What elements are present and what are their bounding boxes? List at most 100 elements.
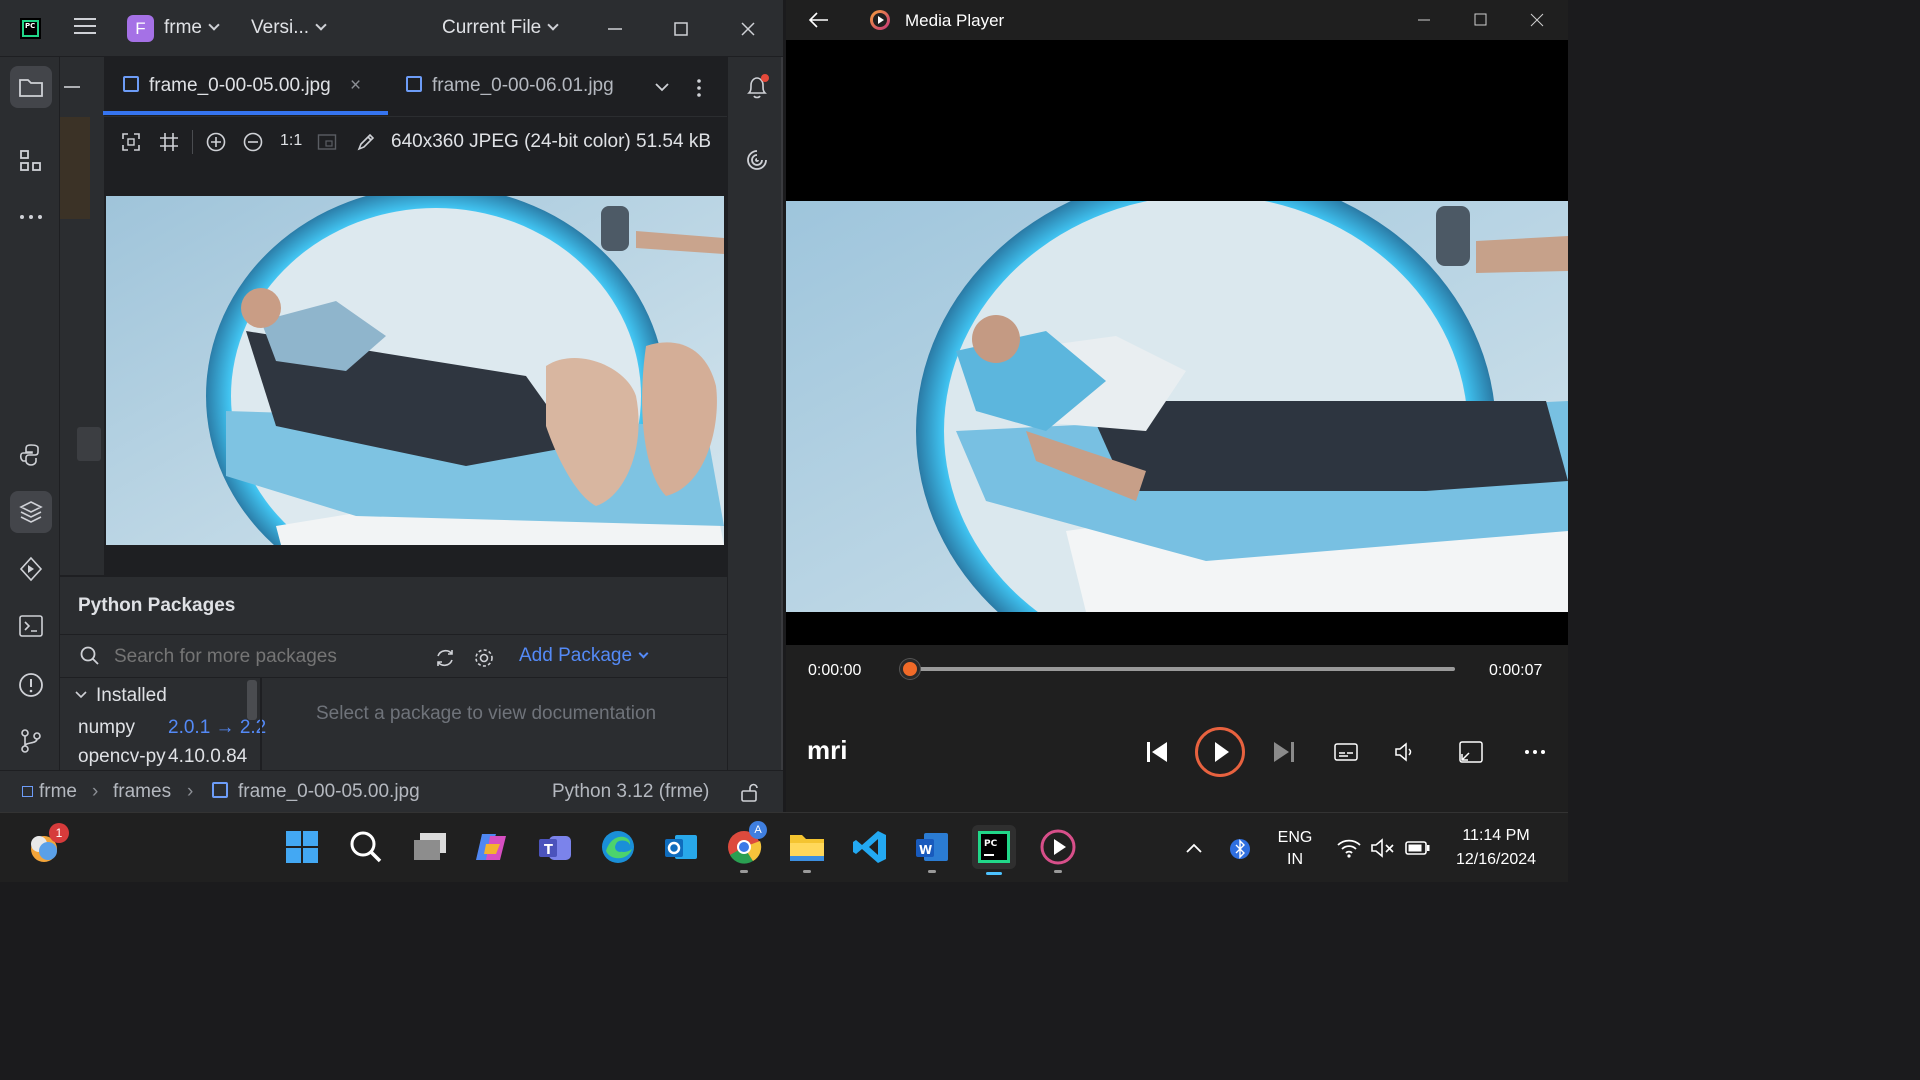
- maximize-button[interactable]: [666, 14, 696, 44]
- project-switcher[interactable]: frme: [164, 17, 220, 39]
- color-picker-icon[interactable]: [356, 132, 376, 152]
- next-track-icon[interactable]: [1272, 740, 1296, 764]
- package-row-opencv[interactable]: opencv-py 4.10.0.84: [78, 746, 247, 768]
- zoom-out-icon[interactable]: [243, 132, 263, 152]
- media-title: mri: [807, 735, 848, 765]
- tabs-dropdown-icon[interactable]: [654, 79, 670, 95]
- minimize-button[interactable]: [600, 14, 630, 44]
- file-explorer-icon[interactable]: [787, 827, 827, 873]
- outlook-icon[interactable]: [661, 827, 701, 867]
- gutter-marker: [60, 117, 90, 219]
- active-indicator: [986, 872, 1002, 875]
- refresh-icon[interactable]: [434, 647, 456, 669]
- bluetooth-icon[interactable]: [1230, 837, 1250, 861]
- zoom-in-icon[interactable]: [206, 132, 226, 152]
- terminal-icon[interactable]: [10, 605, 52, 647]
- running-indicator: [928, 870, 936, 873]
- back-arrow-icon[interactable]: [808, 11, 830, 29]
- pycharm-taskbar-icon[interactable]: PC: [972, 825, 1016, 875]
- vcs-widget[interactable]: Versi...: [251, 17, 327, 39]
- status-bar: frme › frames › frame_0-00-05.00.jpg Pyt…: [0, 770, 783, 812]
- installed-group[interactable]: Installed: [96, 685, 167, 707]
- right-tool-strip: [727, 57, 781, 770]
- breadcrumb-file[interactable]: frame_0-00-05.00.jpg: [212, 781, 420, 803]
- volume-icon[interactable]: [1394, 742, 1416, 762]
- project-folder-icon[interactable]: [10, 66, 52, 108]
- language-indicator[interactable]: ENG IN: [1274, 829, 1316, 869]
- git-icon[interactable]: [10, 720, 52, 762]
- services-icon[interactable]: [10, 548, 52, 590]
- lock-icon[interactable]: [740, 783, 760, 803]
- toolbar-divider: [192, 130, 193, 154]
- copilot-icon[interactable]: [472, 827, 512, 867]
- image-info: 640x360 JPEG (24-bit color) 51.54 kB: [391, 131, 712, 152]
- ai-assistant-icon[interactable]: [744, 147, 770, 173]
- list-scrollbar[interactable]: [247, 680, 257, 720]
- package-name: opencv-py: [78, 746, 166, 767]
- wifi-icon[interactable]: [1336, 837, 1362, 859]
- play-button[interactable]: [1195, 727, 1245, 777]
- weather-widget-icon[interactable]: 1: [25, 823, 69, 867]
- tab-frame-0-00-06[interactable]: frame_0-00-06.01.jpg: [406, 75, 614, 97]
- task-view-icon[interactable]: [410, 827, 450, 867]
- close-button[interactable]: [1529, 12, 1545, 28]
- python-packages-icon[interactable]: [10, 491, 52, 533]
- breadcrumb-folder[interactable]: frames: [113, 781, 171, 803]
- more-options-icon[interactable]: [1524, 749, 1546, 755]
- previous-track-icon[interactable]: [1145, 740, 1169, 764]
- tab-label: frame_0-00-06.01.jpg: [432, 75, 614, 96]
- subtitles-icon[interactable]: [1334, 742, 1358, 762]
- project-name: frme: [164, 17, 202, 38]
- edge-browser-icon[interactable]: [598, 827, 638, 867]
- expand-chevron-icon[interactable]: [74, 689, 88, 701]
- run-config-selector[interactable]: Current File: [442, 17, 559, 39]
- seek-thumb[interactable]: [900, 659, 920, 679]
- add-package-button[interactable]: Add Package: [519, 645, 649, 667]
- notifications-bell-icon[interactable]: [743, 73, 771, 101]
- maximize-button[interactable]: [1473, 12, 1489, 28]
- main-menu-icon[interactable]: [74, 18, 96, 38]
- actual-size-button[interactable]: 1:1: [280, 132, 302, 150]
- more-tools-icon[interactable]: [10, 196, 52, 238]
- start-button[interactable]: [282, 827, 322, 867]
- python-console-icon[interactable]: [10, 434, 52, 476]
- chevron-down-icon: [208, 19, 220, 31]
- fit-image-icon[interactable]: [121, 132, 141, 152]
- settings-gear-icon[interactable]: [473, 647, 495, 669]
- chrome-browser-icon[interactable]: A: [724, 821, 767, 873]
- tabs-more-icon[interactable]: [696, 78, 702, 98]
- pycharm-logo-icon[interactable]: PC: [20, 18, 41, 39]
- volume-muted-icon[interactable]: [1370, 837, 1396, 859]
- vscode-icon[interactable]: [850, 827, 890, 867]
- mini-view-icon[interactable]: [1459, 741, 1483, 763]
- problems-icon[interactable]: [10, 664, 52, 706]
- video-surface[interactable]: [786, 201, 1568, 612]
- minimize-button[interactable]: [1416, 12, 1432, 28]
- package-search-row: Add Package: [60, 634, 727, 678]
- split-divider[interactable]: [260, 678, 262, 771]
- close-tab-icon[interactable]: ×: [350, 75, 361, 96]
- project-badge[interactable]: F: [127, 15, 154, 42]
- show-hidden-icons-chevron-icon[interactable]: [1184, 841, 1204, 855]
- package-search-input[interactable]: [114, 646, 414, 668]
- close-button[interactable]: [733, 14, 763, 44]
- search-icon[interactable]: [346, 827, 386, 867]
- grid-toggle-icon[interactable]: [159, 132, 179, 152]
- breadcrumb-label: frme: [39, 781, 77, 802]
- structure-icon[interactable]: [10, 140, 52, 182]
- profile-badge: A: [749, 821, 767, 839]
- frame-image: [106, 196, 724, 545]
- interpreter-selector[interactable]: Python 3.12 (frme): [552, 781, 709, 803]
- media-player-taskbar-icon[interactable]: [1038, 827, 1078, 873]
- clock[interactable]: 11:14 PM 12/16/2024: [1446, 827, 1546, 869]
- tab-frame-0-00-05[interactable]: frame_0-00-05.00.jpg ×: [123, 75, 361, 97]
- gutter-scroll[interactable]: [77, 427, 101, 461]
- fit-window-icon[interactable]: [317, 132, 337, 152]
- language-code: ENG: [1277, 829, 1313, 846]
- word-icon[interactable]: W: [912, 827, 952, 873]
- breadcrumb-project[interactable]: frme: [22, 781, 77, 803]
- battery-icon[interactable]: [1405, 840, 1431, 856]
- teams-icon[interactable]: T: [535, 827, 575, 867]
- seek-bar[interactable]: [908, 667, 1455, 671]
- package-row-numpy[interactable]: numpy 2.0.1 → 2.2: [78, 717, 266, 739]
